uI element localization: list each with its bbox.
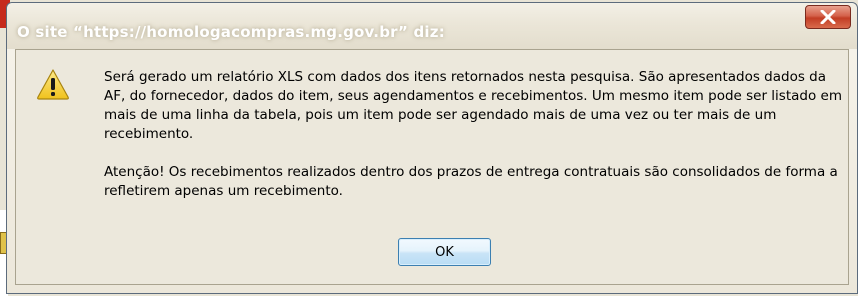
close-button[interactable] bbox=[805, 5, 851, 29]
dialog-body: Será gerado um relatório XLS com dados d… bbox=[15, 49, 849, 285]
dialog-titlebar[interactable]: O site “https://homologacompras.mg.gov.b… bbox=[7, 3, 857, 49]
warning-icon bbox=[37, 69, 69, 100]
dialog-message: Será gerado um relatório XLS com dados d… bbox=[104, 68, 846, 201]
alert-dialog: O site “https://homologacompras.mg.gov.b… bbox=[6, 2, 858, 294]
message-paragraph: Será gerado um relatório XLS com dados d… bbox=[104, 69, 842, 142]
ok-button[interactable]: OK bbox=[398, 238, 491, 266]
dialog-title: O site “https://homologacompras.mg.gov.b… bbox=[17, 23, 445, 41]
close-icon bbox=[820, 10, 836, 24]
background-page-fragment bbox=[858, 0, 868, 296]
message-paragraph: Atenção! Os recebimentos realizados dent… bbox=[104, 164, 838, 199]
